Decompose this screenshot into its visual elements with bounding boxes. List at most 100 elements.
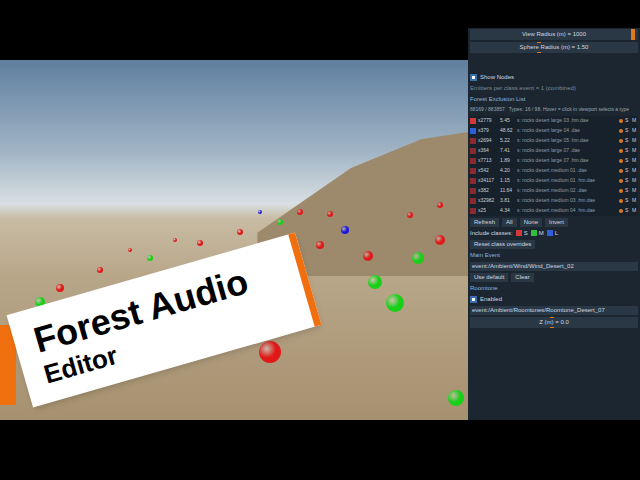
row-m[interactable]: M [632,207,638,215]
exclusion-row[interactable]: x37948.62s: rocks desert large 04 .daeSM [470,126,638,136]
row-value: 5.22 [500,137,515,145]
class-toggle[interactable]: M [531,229,544,238]
side-panel: View Radius (m) = 1000 Sphere Radius (m) … [468,28,640,420]
row-m[interactable]: M [632,167,638,175]
button[interactable]: Reset class overrides [470,240,535,249]
row-name: s: rocks desert large 05 .hm.dae [517,137,617,145]
exclusion-row[interactable]: x254.34s: rocks desert medium 04 .hm.dae… [470,206,638,216]
node-sphere[interactable] [259,341,281,363]
row-m[interactable]: M [632,157,638,165]
row-id: x25 [478,207,498,215]
exclusion-row[interactable]: x77131.89s: rocks desert large 07 .hm.da… [470,156,638,166]
exclusion-row[interactable]: x26945.22s: rocks desert large 05 .hm.da… [470,136,638,146]
row-m[interactable]: M [632,117,638,125]
row-s[interactable]: S [625,197,630,205]
row-value: 5.45 [500,117,515,125]
node-sphere[interactable] [173,238,177,242]
status-dot [619,199,623,203]
type-color-swatch [470,148,476,154]
row-id: x32982 [478,197,498,205]
row-s[interactable]: S [625,117,630,125]
checkbox-row[interactable]: Enabled [470,295,638,304]
row-s[interactable]: S [625,137,630,145]
row-m[interactable]: M [632,137,638,145]
node-sphere[interactable] [407,212,413,218]
row-value: 4.20 [500,167,515,175]
button[interactable]: Use default [470,273,508,282]
checkbox-label: Show Nodes [480,73,514,82]
checkbox-row[interactable]: Show Nodes [470,73,638,82]
type-color-swatch [470,208,476,214]
row-m[interactable]: M [632,147,638,155]
row-m[interactable]: M [632,177,638,185]
node-sphere[interactable] [197,240,203,246]
node-sphere[interactable] [97,267,103,273]
row-name: s: rocks desert medium 03 .hm.dae [517,197,617,205]
exclusion-row[interactable]: x38211.64s: rocks desert medium 02 .daeS… [470,186,638,196]
type-color-swatch [470,118,476,124]
button[interactable]: None [520,218,542,227]
row-s[interactable]: S [625,147,630,155]
exclusion-row[interactable]: x3647.41s: rocks desert large 07 .daeSM [470,146,638,156]
node-sphere[interactable] [297,209,303,215]
exclusion-list: x27795.45s: rocks desert large 03 .hm.da… [470,116,638,216]
class-swatch[interactable] [516,230,522,236]
row-s[interactable]: S [625,207,630,215]
node-sphere[interactable] [147,255,153,261]
row-value: 1.89 [500,157,515,165]
node-sphere[interactable] [258,210,262,214]
row-s[interactable]: S [625,167,630,175]
class-toggle[interactable]: L [547,229,558,238]
node-sphere[interactable] [437,202,443,208]
node-sphere[interactable] [341,226,349,234]
node-sphere[interactable] [448,390,464,406]
node-sphere[interactable] [277,219,283,225]
row-value: 1.15 [500,177,515,185]
row-s[interactable]: S [625,157,630,165]
row-s[interactable]: S [625,127,630,135]
node-sphere[interactable] [435,235,445,245]
node-sphere[interactable] [237,229,243,235]
type-color-swatch [470,158,476,164]
status-dot [619,149,623,153]
exclusion-row[interactable]: x5424.20s: rocks desert medium 01 .daeSM [470,166,638,176]
row-m[interactable]: M [632,127,638,135]
class-swatch[interactable] [531,230,537,236]
button[interactable]: Invert [545,218,568,227]
row-name: s: rocks desert large 03 .hm.dae [517,117,617,125]
slider[interactable]: Sphere Radius (m) = 1.50 [470,42,638,53]
slider[interactable]: Z (m) = 0.0 [470,317,638,328]
roomtone-field[interactable]: event:/Ambient/Roomtones/Roomtone_Desert… [470,306,638,315]
row-m[interactable]: M [632,197,638,205]
slider[interactable]: View Radius (m) = 1000 [470,29,638,40]
class-toggle[interactable]: S [516,229,528,238]
main-event-field[interactable]: event:/Ambient/Wind/Wind_Desert_02 [470,262,638,271]
type-color-swatch [470,198,476,204]
checkbox[interactable] [470,74,477,81]
checkbox-label: Enabled [480,295,502,304]
node-sphere[interactable] [316,241,324,249]
button[interactable]: Refresh [470,218,499,227]
node-sphere[interactable] [363,251,373,261]
button[interactable]: All [502,218,517,227]
node-sphere[interactable] [412,252,424,264]
row-id: x382 [478,187,498,195]
node-sphere[interactable] [327,211,333,217]
row-s[interactable]: S [625,187,630,195]
exclusion-row[interactable]: x329823.81s: rocks desert medium 03 .hm.… [470,196,638,206]
row-s[interactable]: S [625,177,630,185]
node-sphere[interactable] [128,248,132,252]
node-sphere[interactable] [386,294,404,312]
slider-thumb[interactable] [631,29,635,40]
checkbox[interactable] [470,296,477,303]
row-id: x34117 [478,177,498,185]
button[interactable]: Clear [511,273,533,282]
exclusion-row[interactable]: x341171.15s: rocks desert medium 01 .hm.… [470,176,638,186]
class-swatch[interactable] [547,230,553,236]
node-sphere[interactable] [368,275,382,289]
exclusion-row[interactable]: x27795.45s: rocks desert large 03 .hm.da… [470,116,638,126]
row-name: s: rocks desert medium 01 .hm.dae [517,177,617,185]
node-sphere[interactable] [56,284,64,292]
row-m[interactable]: M [632,187,638,195]
panel-column: View Radius (m) = 1000 Sphere Radius (m) … [468,0,640,480]
